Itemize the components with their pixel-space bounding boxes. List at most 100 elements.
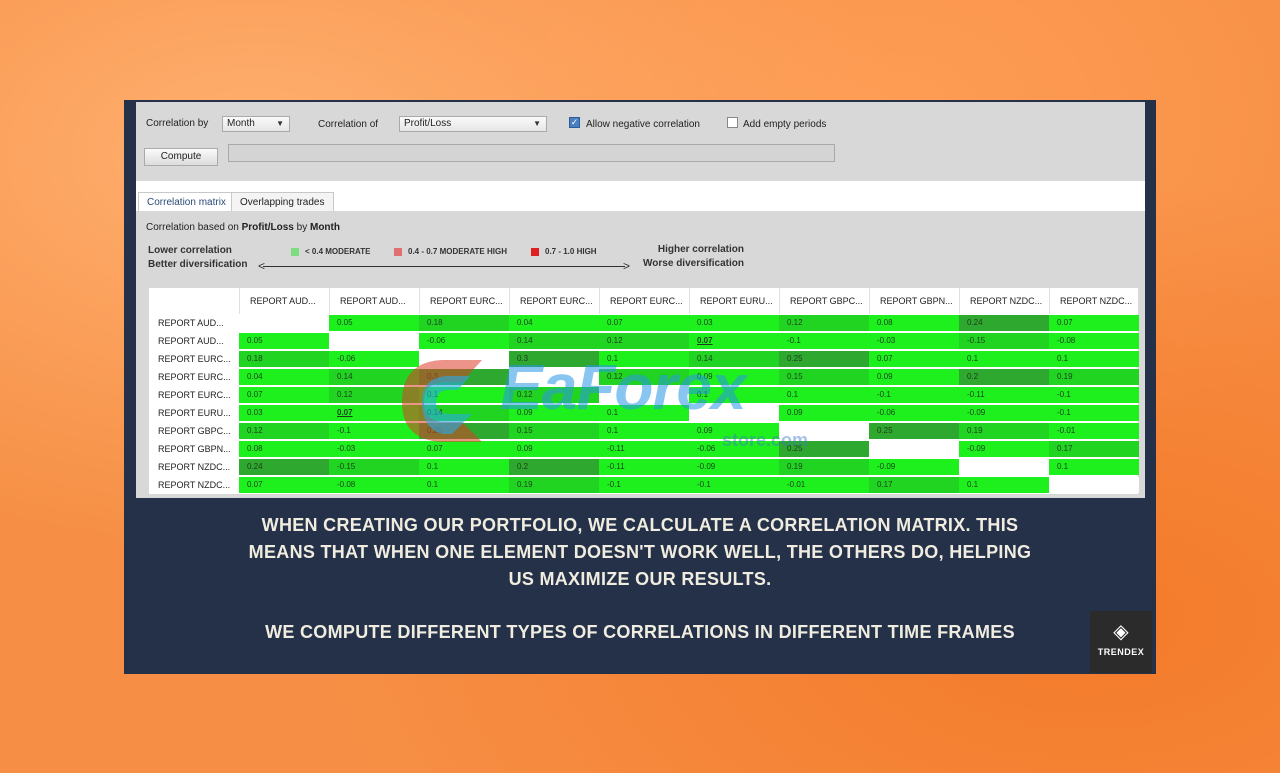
matrix-cell[interactable]: -0.11 (959, 387, 1049, 403)
matrix-cell[interactable]: 0.05 (239, 333, 329, 349)
matrix-cell[interactable]: 0.12 (509, 387, 599, 403)
matrix-cell[interactable]: -0.06 (329, 351, 419, 367)
row-header[interactable]: REPORT NZDC... (149, 476, 239, 494)
column-header[interactable]: REPORT NZDC... (959, 288, 1049, 314)
matrix-cell[interactable]: -0.1 (869, 387, 959, 403)
column-header[interactable]: REPORT EURC... (599, 288, 689, 314)
matrix-cell[interactable]: 0.1 (599, 351, 689, 367)
matrix-cell[interactable]: 0.24 (239, 459, 329, 475)
matrix-cell[interactable]: -0.1 (1049, 387, 1139, 403)
matrix-cell[interactable]: 0.3 (509, 351, 599, 367)
matrix-cell[interactable]: 0.1 (599, 405, 689, 421)
row-header[interactable]: REPORT EURC... (149, 368, 239, 386)
diagonal-cell[interactable] (509, 369, 599, 385)
matrix-cell[interactable]: 0.2 (959, 369, 1049, 385)
matrix-cell[interactable]: -0.06 (689, 441, 779, 457)
diagonal-cell[interactable] (869, 441, 959, 457)
row-header[interactable]: REPORT GBPN... (149, 440, 239, 458)
matrix-cell[interactable]: 0.17 (1049, 441, 1139, 457)
matrix-cell[interactable]: 0.09 (779, 405, 869, 421)
matrix-cell[interactable]: 0.04 (239, 369, 329, 385)
row-header[interactable]: REPORT EURU... (149, 404, 239, 422)
matrix-cell[interactable]: 0.14 (329, 369, 419, 385)
matrix-cell[interactable]: -0.1 (689, 477, 779, 493)
row-header[interactable]: REPORT AUD... (149, 314, 239, 332)
matrix-cell[interactable]: 0.18 (419, 315, 509, 331)
matrix-cell[interactable]: 0.1 (599, 423, 689, 439)
matrix-cell[interactable]: -0.03 (869, 333, 959, 349)
row-header[interactable]: REPORT GBPC... (149, 422, 239, 440)
matrix-cell[interactable]: 0.25 (779, 351, 869, 367)
matrix-cell[interactable]: -0.1 (1049, 405, 1139, 421)
column-header[interactable]: REPORT AUD... (239, 288, 329, 314)
matrix-cell[interactable]: 0.09 (689, 423, 779, 439)
matrix-cell[interactable]: 0.05 (329, 315, 419, 331)
matrix-cell[interactable]: 0.07 (329, 405, 419, 421)
matrix-cell[interactable]: 0.3 (419, 369, 509, 385)
matrix-cell[interactable]: 0.1 (419, 387, 509, 403)
matrix-cell[interactable]: 0.08 (239, 441, 329, 457)
matrix-cell[interactable]: 0.14 (509, 333, 599, 349)
matrix-cell[interactable]: 0.14 (419, 405, 509, 421)
row-header[interactable]: REPORT NZDC... (149, 458, 239, 476)
correlation-by-select[interactable]: Month ▼ (222, 116, 290, 132)
column-header[interactable]: REPORT GBPN... (869, 288, 959, 314)
matrix-cell[interactable]: 0.24 (959, 315, 1049, 331)
add-empty-periods-checkbox[interactable] (727, 117, 738, 128)
matrix-cell[interactable]: -0.01 (1049, 423, 1139, 439)
matrix-cell[interactable]: 0.12 (599, 369, 689, 385)
diagonal-cell[interactable] (329, 333, 419, 349)
matrix-cell[interactable]: 0.09 (509, 405, 599, 421)
matrix-cell[interactable]: -0.11 (599, 459, 689, 475)
matrix-cell[interactable]: 0.25 (869, 423, 959, 439)
matrix-cell[interactable]: 0.03 (689, 315, 779, 331)
matrix-cell[interactable]: 0.08 (869, 315, 959, 331)
matrix-cell[interactable]: 0.07 (1049, 315, 1139, 331)
column-header[interactable]: REPORT NZDC... (1049, 288, 1139, 314)
matrix-cell[interactable]: -0.09 (959, 441, 1049, 457)
allow-negative-checkbox[interactable]: ✓ (569, 117, 580, 128)
matrix-cell[interactable]: 0.12 (599, 333, 689, 349)
column-header[interactable]: REPORT GBPC... (779, 288, 869, 314)
diagonal-cell[interactable] (779, 423, 869, 439)
matrix-cell[interactable]: 0.19 (779, 459, 869, 475)
matrix-cell[interactable]: 0.07 (689, 333, 779, 349)
matrix-cell[interactable]: 0.19 (509, 477, 599, 493)
matrix-cell[interactable]: -0.1 (329, 423, 419, 439)
matrix-cell[interactable]: 0.19 (959, 423, 1049, 439)
matrix-cell[interactable]: 0.09 (869, 369, 959, 385)
matrix-cell[interactable]: 0.12 (779, 315, 869, 331)
matrix-cell[interactable]: 0.12 (239, 423, 329, 439)
row-header[interactable]: REPORT EURC... (149, 386, 239, 404)
matrix-cell[interactable]: 0.1 (689, 387, 779, 403)
matrix-cell[interactable]: 0.1 (419, 477, 509, 493)
matrix-cell[interactable]: 0.09 (689, 369, 779, 385)
matrix-cell[interactable]: 0.18 (239, 351, 329, 367)
matrix-cell[interactable]: 0.14 (689, 351, 779, 367)
matrix-cell[interactable]: -0.06 (419, 333, 509, 349)
matrix-cell[interactable]: -0.06 (869, 405, 959, 421)
matrix-cell[interactable]: 0.07 (239, 477, 329, 493)
matrix-cell[interactable]: -0.08 (1049, 333, 1139, 349)
matrix-cell[interactable]: -0.1 (599, 477, 689, 493)
matrix-cell[interactable]: 0.09 (509, 441, 599, 457)
diagonal-cell[interactable] (599, 387, 689, 403)
matrix-cell[interactable]: 0.2 (509, 459, 599, 475)
column-header[interactable]: REPORT EURC... (419, 288, 509, 314)
matrix-cell[interactable]: 0.15 (509, 423, 599, 439)
matrix-cell[interactable]: 0.17 (869, 477, 959, 493)
matrix-cell[interactable]: 0.19 (1049, 369, 1139, 385)
matrix-cell[interactable]: -0.15 (329, 459, 419, 475)
column-header[interactable]: REPORT AUD... (329, 288, 419, 314)
diagonal-cell[interactable] (959, 459, 1049, 475)
matrix-cell[interactable]: 0.1 (959, 351, 1049, 367)
matrix-cell[interactable]: 0.1 (1049, 459, 1139, 475)
correlation-of-select[interactable]: Profit/Loss ▼ (399, 116, 547, 132)
diagonal-cell[interactable] (239, 315, 329, 331)
column-header[interactable]: REPORT EURU... (689, 288, 779, 314)
matrix-cell[interactable]: 0.25 (419, 423, 509, 439)
diagonal-cell[interactable] (689, 405, 779, 421)
matrix-cell[interactable]: 0.1 (419, 459, 509, 475)
matrix-cell[interactable]: 0.07 (869, 351, 959, 367)
matrix-cell[interactable]: 0.1 (779, 387, 869, 403)
